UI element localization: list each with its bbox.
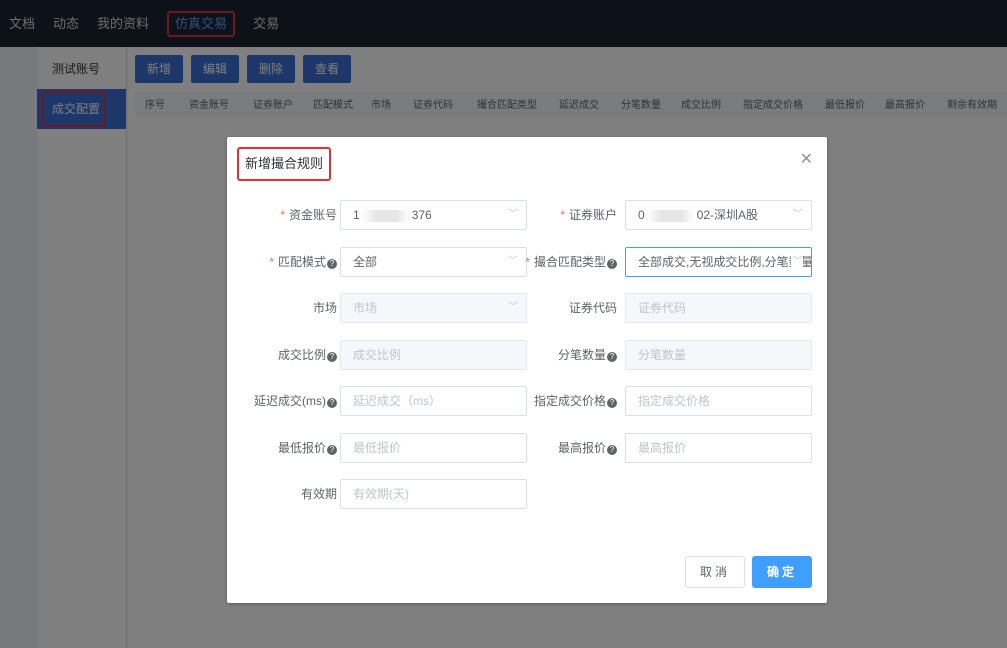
fill-ratio-input: 成交比例 xyxy=(340,340,527,370)
fill-price-placeholder: 指定成交价格 xyxy=(638,394,711,408)
delay-input[interactable]: 延迟成交（ms） xyxy=(340,386,527,416)
securities-account-label-text: 证券账户 xyxy=(568,208,617,222)
required-mark: * xyxy=(269,255,274,269)
help-icon[interactable]: ? xyxy=(607,259,617,269)
fill-price-label: 指定成交价格? xyxy=(507,386,617,416)
fund-account-value-prefix: 1 xyxy=(353,208,360,222)
help-icon[interactable]: ? xyxy=(327,259,337,269)
validity-input[interactable]: 有效期(天) xyxy=(340,479,527,509)
split-quantity-label-text: 分笔数量 xyxy=(557,348,606,362)
securities-account-value-suffix: 02-深圳A股 xyxy=(696,208,759,222)
max-price-label-text: 最高报价 xyxy=(557,441,606,455)
help-icon[interactable]: ? xyxy=(607,445,617,455)
max-price-placeholder: 最高报价 xyxy=(638,441,687,455)
match-type-label: * 撮合匹配类型? xyxy=(507,247,617,277)
security-code-label-text: 证券代码 xyxy=(568,301,617,315)
market-label-text: 市场 xyxy=(312,301,337,315)
security-code-placeholder: 证券代码 xyxy=(638,301,687,315)
match-mode-label-text: 匹配模式 xyxy=(277,255,326,269)
cancel-button[interactable]: 取消 xyxy=(685,556,745,588)
masked-text xyxy=(646,209,695,222)
securities-account-select[interactable]: 0 02-深圳A股 ﹀ xyxy=(625,200,812,230)
fill-ratio-placeholder: 成交比例 xyxy=(353,348,402,362)
min-price-label-text: 最低报价 xyxy=(277,441,326,455)
security-code-input: 证券代码 xyxy=(625,293,812,323)
fund-account-label: * 资金账号 xyxy=(227,200,337,230)
close-icon[interactable]: ✕ xyxy=(800,149,813,169)
fill-ratio-label: 成交比例? xyxy=(227,340,337,370)
security-code-label: 证券代码 xyxy=(507,293,617,323)
match-type-value: 全部成交,无视成交比例,分笔数量 xyxy=(638,255,812,269)
securities-account-label: * 证券账户 xyxy=(507,200,617,230)
required-mark: * xyxy=(560,208,565,222)
match-mode-value: 全部 xyxy=(353,255,378,269)
market-placeholder: 市场 xyxy=(353,301,378,315)
validity-placeholder: 有效期(天) xyxy=(353,487,409,501)
split-quantity-input: 分笔数量 xyxy=(625,340,812,370)
fill-ratio-label-text: 成交比例 xyxy=(277,348,326,362)
chevron-down-icon: ﹀ xyxy=(791,248,803,276)
fill-price-input[interactable]: 指定成交价格 xyxy=(625,386,812,416)
min-price-label: 最低报价? xyxy=(227,433,337,463)
required-mark: * xyxy=(280,208,285,222)
market-select: 市场 ﹀ xyxy=(340,293,527,323)
market-label: 市场 xyxy=(227,293,337,323)
min-price-input[interactable]: 最低报价 xyxy=(340,433,527,463)
match-type-label-text: 撮合匹配类型 xyxy=(533,255,606,269)
masked-text xyxy=(361,209,410,222)
match-mode-select[interactable]: 全部 ﹀ xyxy=(340,247,527,277)
fill-price-label-text: 指定成交价格 xyxy=(533,394,606,408)
min-price-placeholder: 最低报价 xyxy=(353,441,402,455)
help-icon[interactable]: ? xyxy=(327,445,337,455)
fund-account-select[interactable]: 1 376 ﹀ xyxy=(340,200,527,230)
help-icon[interactable]: ? xyxy=(327,352,337,362)
validity-label-text: 有效期 xyxy=(300,487,337,501)
delay-label: 延迟成交(ms)? xyxy=(227,386,337,416)
fund-account-value-suffix: 376 xyxy=(411,208,432,222)
fund-account-label-text: 资金账号 xyxy=(288,208,337,222)
help-icon[interactable]: ? xyxy=(607,398,617,408)
add-match-rule-dialog: 新增撮合规则 ✕ * 资金账号 1 376 ﹀ * 证券账户 0 02-深圳A股 ﹀ * 匹配… xyxy=(227,137,827,603)
max-price-input[interactable]: 最高报价 xyxy=(625,433,812,463)
dialog-title: 新增撮合规则 xyxy=(237,147,332,181)
help-icon[interactable]: ? xyxy=(607,352,617,362)
delay-label-text: 延迟成交(ms) xyxy=(254,394,326,408)
delay-placeholder: 延迟成交（ms） xyxy=(353,394,441,408)
max-price-label: 最高报价? xyxy=(507,433,617,463)
split-quantity-placeholder: 分笔数量 xyxy=(638,348,687,362)
match-mode-label: * 匹配模式? xyxy=(227,247,337,277)
chevron-down-icon: ﹀ xyxy=(793,209,803,220)
securities-account-value-prefix: 0 xyxy=(638,208,645,222)
match-type-select[interactable]: 全部成交,无视成交比例,分笔数量 ﹀ xyxy=(625,247,812,277)
help-icon[interactable]: ? xyxy=(327,398,337,408)
split-quantity-label: 分笔数量? xyxy=(507,340,617,370)
validity-label: 有效期 xyxy=(227,479,337,509)
required-mark: * xyxy=(525,255,530,269)
confirm-button[interactable]: 确定 xyxy=(752,556,812,588)
